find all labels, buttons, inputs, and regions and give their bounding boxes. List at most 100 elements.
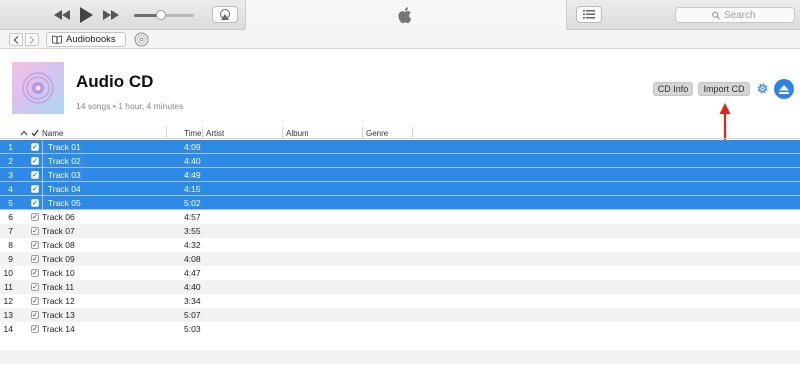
track-time: 4:57 — [184, 212, 201, 222]
check-all-icon[interactable] — [31, 128, 39, 138]
cd-artwork — [12, 62, 64, 114]
track-name: Track 08 — [42, 240, 75, 250]
track-checkbox[interactable]: ✓ — [31, 311, 39, 319]
track-row[interactable]: 6 ✓ Track 06 4:57 — [0, 210, 800, 224]
disc-icon — [22, 72, 54, 104]
navigation-bar: Audiobooks — [0, 30, 800, 49]
up-next-button[interactable] — [576, 6, 602, 23]
track-time: 4:49 — [184, 170, 201, 180]
search-icon — [712, 11, 720, 19]
track-row[interactable]: 13 ✓ Track 13 5:07 — [0, 308, 800, 322]
track-checkbox[interactable]: ✓ — [31, 297, 39, 305]
track-row[interactable]: 5 ✓ Track 05 5:02 — [0, 196, 800, 210]
track-time: 3:34 — [184, 296, 201, 306]
track-name: Track 06 — [42, 212, 75, 222]
eject-button[interactable] — [774, 79, 794, 99]
track-row[interactable]: 10 ✓ Track 10 4:47 — [0, 266, 800, 280]
track-time: 3:55 — [184, 226, 201, 236]
track-checkbox[interactable]: ✓ — [31, 283, 39, 291]
track-checkbox[interactable]: ✓ — [31, 213, 39, 221]
track-name: Track 05 — [48, 198, 81, 208]
eject-icon — [779, 84, 789, 94]
track-checkbox[interactable]: ✓ — [31, 241, 39, 249]
track-row[interactable]: 9 ✓ Track 09 4:08 — [0, 252, 800, 266]
fast-forward-button[interactable] — [101, 7, 121, 23]
volume-slider[interactable] — [134, 10, 194, 20]
volume-knob[interactable] — [156, 10, 166, 20]
checkmark-icon: ✓ — [32, 325, 38, 333]
track-row[interactable]: 2 ✓ Track 02 4:40 — [0, 154, 800, 168]
track-name: Track 12 — [42, 296, 75, 306]
track-row[interactable]: 11 ✓ Track 11 4:40 — [0, 280, 800, 294]
track-checkbox[interactable]: ✓ — [31, 227, 39, 235]
column-name[interactable]: Name — [42, 128, 63, 138]
play-button[interactable] — [76, 7, 96, 23]
selection-divider — [42, 182, 43, 196]
track-row[interactable]: 4 ✓ Track 04 4:15 — [0, 182, 800, 196]
cd-source-icon[interactable] — [134, 32, 149, 47]
track-row[interactable]: 14 ✓ Track 14 5:03 — [0, 322, 800, 336]
search-input[interactable] — [724, 9, 794, 21]
checkmark-icon: ✓ — [32, 255, 38, 263]
column-time[interactable]: Time — [184, 128, 201, 138]
column-genre[interactable]: Genre — [366, 128, 388, 138]
column-artist[interactable]: Artist — [206, 128, 224, 138]
play-icon — [80, 7, 93, 23]
player-toolbar — [0, 0, 800, 30]
selection-divider — [42, 154, 43, 168]
track-row[interactable]: 3 ✓ Track 03 4:49 — [0, 168, 800, 182]
checkmark-icon: ✓ — [32, 311, 38, 319]
cd-info-button[interactable]: CD Info — [653, 82, 693, 96]
gear-icon[interactable] — [756, 82, 769, 95]
track-number: 10 — [3, 268, 13, 278]
empty-row — [0, 350, 800, 364]
checkmark-icon: ✓ — [32, 143, 38, 151]
search-field[interactable] — [675, 7, 795, 23]
track-name: Track 09 — [42, 254, 75, 264]
checkmark-icon: ✓ — [32, 297, 38, 305]
airplay-button[interactable] — [212, 6, 238, 23]
track-table-header: Name Time Artist Album Genre — [0, 127, 800, 139]
sort-arrow-icon[interactable] — [20, 128, 28, 138]
track-checkbox[interactable]: ✓ — [31, 185, 39, 193]
track-name: Track 07 — [42, 226, 75, 236]
track-checkbox[interactable]: ✓ — [31, 255, 39, 263]
checkmark-icon: ✓ — [32, 185, 38, 193]
track-checkbox[interactable]: ✓ — [31, 199, 39, 207]
track-time: 4:08 — [184, 254, 201, 264]
track-number: 12 — [3, 296, 13, 306]
track-checkbox[interactable]: ✓ — [31, 171, 39, 179]
track-checkbox[interactable]: ✓ — [31, 143, 39, 151]
track-checkbox[interactable]: ✓ — [31, 157, 39, 165]
track-checkbox[interactable]: ✓ — [31, 269, 39, 277]
checkmark-icon: ✓ — [32, 171, 38, 179]
column-divider — [412, 127, 413, 139]
import-cd-button[interactable]: Import CD — [698, 82, 750, 96]
track-name: Track 11 — [42, 282, 75, 292]
track-checkbox[interactable]: ✓ — [31, 325, 39, 333]
track-row[interactable]: 12 ✓ Track 12 3:34 — [0, 294, 800, 308]
track-number: 3 — [8, 170, 13, 180]
media-picker-button[interactable]: Audiobooks — [46, 32, 126, 47]
back-button[interactable] — [9, 33, 23, 46]
track-row[interactable]: 1 ✓ Track 01 4:09 — [0, 140, 800, 154]
track-number: 7 — [8, 226, 13, 236]
track-time: 5:02 — [184, 198, 201, 208]
forward-button[interactable] — [25, 33, 39, 46]
column-divider — [166, 127, 167, 139]
column-album[interactable]: Album — [286, 128, 309, 138]
media-picker-label: Audiobooks — [66, 34, 116, 45]
checkmark-icon: ✓ — [32, 199, 38, 207]
empty-row — [0, 336, 800, 350]
track-number: 2 — [8, 156, 13, 166]
rewind-button[interactable] — [52, 7, 72, 23]
track-name: Track 03 — [48, 170, 81, 180]
selection-divider — [42, 140, 43, 154]
checkmark-icon: ✓ — [32, 157, 38, 165]
track-row[interactable]: 8 ✓ Track 08 4:32 — [0, 238, 800, 252]
checkmark-icon: ✓ — [32, 283, 38, 291]
column-divider — [202, 127, 203, 139]
track-name: Track 13 — [42, 310, 75, 320]
track-number: 5 — [8, 198, 13, 208]
track-row[interactable]: 7 ✓ Track 07 3:55 — [0, 224, 800, 238]
